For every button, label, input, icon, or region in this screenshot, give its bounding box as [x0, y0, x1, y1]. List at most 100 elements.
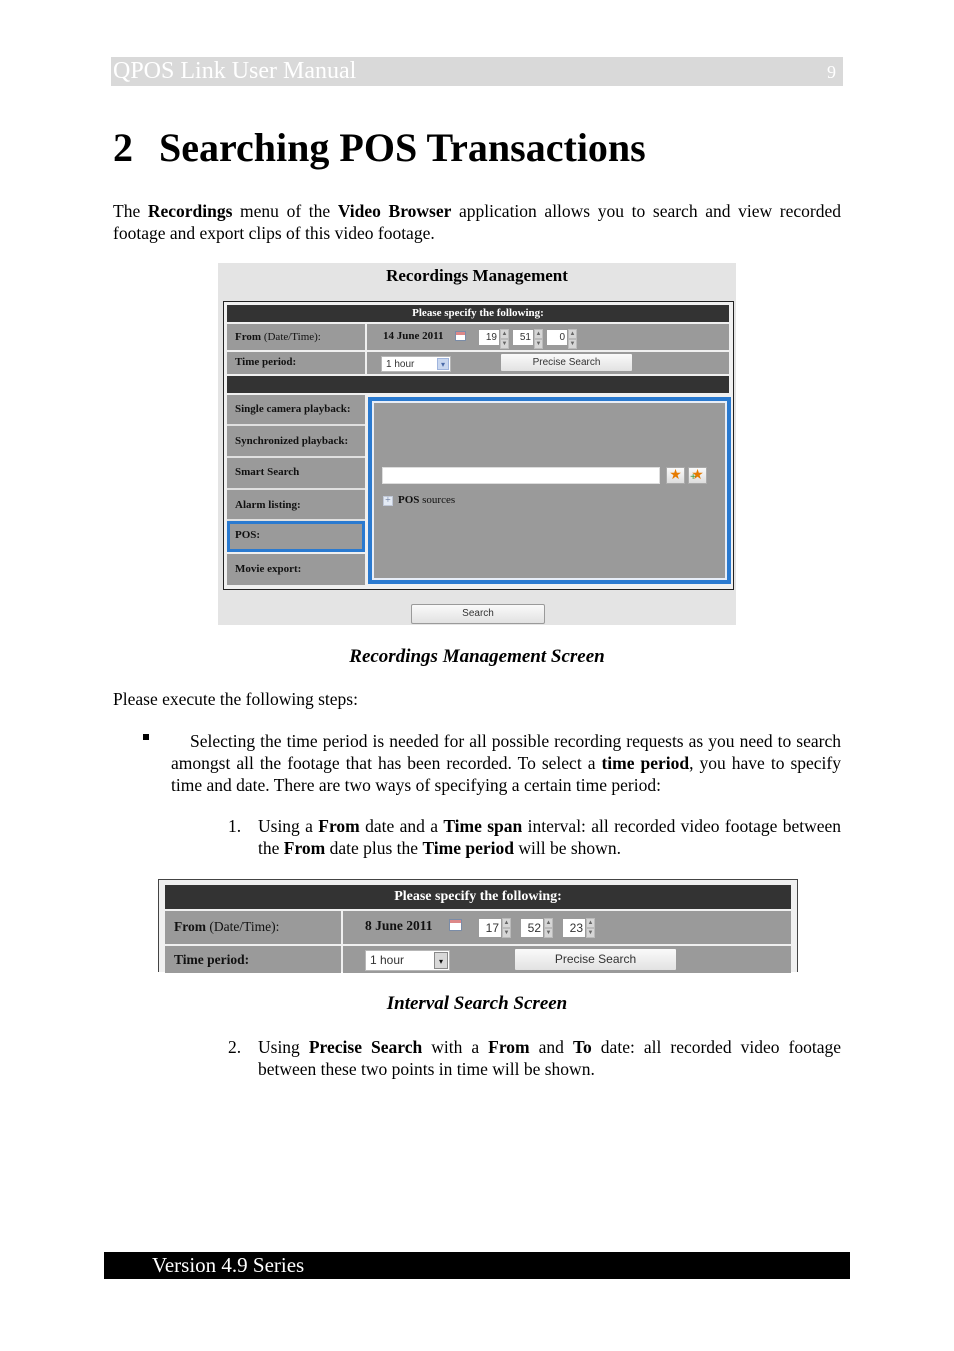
bold-term: time period	[601, 753, 690, 773]
sidebar-item-label: Alarm listing:	[235, 499, 301, 511]
sidebar-item-movie-export[interactable]: Movie export:	[227, 554, 365, 585]
figure-caption: Recordings Management Screen	[349, 646, 605, 667]
spin-up-icon[interactable]: ▲	[568, 329, 577, 339]
spin-up-icon[interactable]: ▲	[500, 329, 509, 339]
calendar-icon[interactable]	[455, 331, 466, 341]
from-label-cell: From (Date/Time):	[227, 324, 365, 350]
spin-down-icon[interactable]: ▼	[500, 339, 509, 349]
screen-title: Recordings Management	[386, 266, 568, 285]
sidebar-item-alarm-listing[interactable]: Alarm listing:	[227, 490, 365, 521]
hour-spinner[interactable]: 19 ▲ ▼	[479, 329, 509, 349]
spin-down-icon[interactable]: ▼	[586, 928, 595, 938]
expand-plus-icon[interactable]: +	[383, 496, 393, 506]
text-run: Using	[258, 1037, 309, 1057]
second-spinner[interactable]: 23 ▲ ▼	[563, 918, 595, 938]
from-label-bold: From	[235, 331, 262, 343]
calendar-icon[interactable]	[449, 919, 462, 931]
bold-term: Recordings	[147, 201, 233, 221]
minute-value[interactable]: 52	[521, 919, 543, 937]
page-header: QPOS Link User Manual 9	[111, 57, 843, 86]
minute-value[interactable]: 51	[513, 329, 533, 345]
recordings-management-screenshot: Recordings Management Please specify the…	[218, 263, 736, 625]
minute-spinner[interactable]: 51 ▲ ▼	[513, 329, 543, 349]
precise-search-button[interactable]: Precise Search	[500, 353, 633, 372]
search-form-frame: Please specify the following: From (Date…	[223, 301, 734, 590]
second-value[interactable]: 0	[547, 329, 567, 345]
item-text: Using Precise Search with a From and To …	[258, 1036, 841, 1080]
time-period-label-cell: Time period:	[165, 946, 341, 973]
spin-up-icon[interactable]: ▲	[544, 918, 553, 928]
chapter-heading: 2 Searching POS Transactions	[113, 124, 646, 172]
text-run: date and a	[359, 816, 444, 836]
second-value[interactable]: 23	[563, 919, 585, 937]
item-number: 1.	[228, 816, 242, 836]
numbered-item-1: 1. Using a From date and a Time span int…	[228, 815, 841, 859]
intro-paragraph: The Recordings menu of the Video Browser…	[113, 200, 841, 244]
tree-node-rest: sources	[419, 494, 456, 506]
spin-up-icon[interactable]: ▲	[502, 918, 511, 928]
version-label: Version 4.9 Series	[152, 1253, 305, 1277]
from-label: From (Date/Time):	[174, 919, 279, 935]
time-period-select[interactable]: 1 hour ▾	[381, 356, 451, 372]
text-run: with a	[422, 1037, 489, 1057]
tree-node-bold: POS	[398, 494, 420, 506]
spin-down-icon[interactable]: ▼	[502, 928, 511, 938]
bullet-paragraph: Selecting the time period is needed for …	[171, 730, 841, 796]
time-period-value: 1 hour	[386, 359, 415, 370]
hour-spinner[interactable]: 17 ▲ ▼	[479, 918, 511, 938]
text-run: and	[529, 1037, 573, 1057]
chapter-number: 2	[113, 125, 133, 170]
precise-search-button[interactable]: Precise Search	[514, 948, 677, 971]
bold-term: From	[318, 816, 360, 836]
time-period-value-cell: 1 hour ▾ Precise Search	[343, 946, 791, 973]
text-run: Using a	[258, 816, 319, 836]
pos-sources-node[interactable]: POS sources	[398, 494, 455, 506]
text-run: will be shown.	[514, 838, 621, 858]
second-spinner[interactable]: 0 ▲ ▼	[547, 329, 577, 349]
chapter-title: Searching POS Transactions	[159, 125, 646, 170]
from-date[interactable]: 8 June 2011	[365, 918, 433, 934]
spin-down-icon[interactable]: ▼	[568, 339, 577, 349]
sidebar-item-label: POS:	[235, 529, 261, 541]
bold-term: Time span	[443, 816, 523, 836]
from-label-bold: From	[174, 919, 206, 934]
from-label-cell: From (Date/Time):	[165, 911, 341, 944]
add-favorite-button[interactable]: ★ +	[688, 467, 707, 484]
text-run: The	[113, 201, 148, 221]
time-period-label-cell: Time period:	[227, 352, 365, 374]
sidebar-item-label: Smart Search	[235, 466, 300, 478]
item-text: Using a From date and a Time span interv…	[258, 815, 841, 859]
from-label: From (Date/Time):	[235, 331, 321, 343]
figure-caption: Interval Search Screen	[386, 993, 568, 1014]
text-run: date plus the	[325, 838, 423, 858]
time-period-value: 1 hour	[370, 953, 405, 967]
chevron-down-icon[interactable]: ▾	[434, 952, 448, 969]
form-header-row: Please specify the following:	[165, 885, 791, 909]
from-value-cell: 14 June 2011 19 ▲ ▼ 51 ▲ ▼ 0 ▲ ▼	[367, 324, 729, 350]
spin-down-icon[interactable]: ▼	[534, 339, 543, 349]
hour-value[interactable]: 19	[479, 329, 499, 345]
time-period-select[interactable]: 1 hour ▾	[365, 950, 450, 971]
hour-value[interactable]: 17	[479, 919, 501, 937]
sidebar-item-smart-search[interactable]: Smart Search	[227, 458, 365, 490]
time-period-label: Time period:	[235, 356, 297, 368]
pos-search-input[interactable]	[382, 467, 660, 484]
spin-down-icon[interactable]: ▼	[544, 928, 553, 938]
chevron-down-icon[interactable]: ▾	[437, 358, 449, 370]
sidebar-item-single-camera-playback[interactable]: Single camera playback:	[227, 395, 365, 426]
from-date[interactable]: 14 June 2011	[383, 330, 444, 342]
text-run: menu of the	[232, 201, 338, 221]
favorite-star-button[interactable]: ★	[666, 467, 685, 484]
spin-up-icon[interactable]: ▲	[586, 918, 595, 928]
page-number: 9	[827, 62, 836, 82]
spin-up-icon[interactable]: ▲	[534, 329, 543, 339]
minute-spinner[interactable]: 52 ▲ ▼	[521, 918, 553, 938]
search-button[interactable]: Search	[411, 604, 545, 624]
sidebar-item-pos[interactable]: POS:	[227, 521, 365, 552]
item-number: 2.	[228, 1037, 242, 1057]
bold-term: Precise Search	[308, 1037, 423, 1057]
sidebar-item-label: Movie export:	[235, 563, 302, 575]
from-label-normal: (Date/Time):	[261, 331, 321, 343]
sidebar-item-synchronized-playback[interactable]: Synchronized playback:	[227, 426, 365, 458]
pos-panel-content: ★ ★ + + POS sources	[372, 401, 727, 580]
